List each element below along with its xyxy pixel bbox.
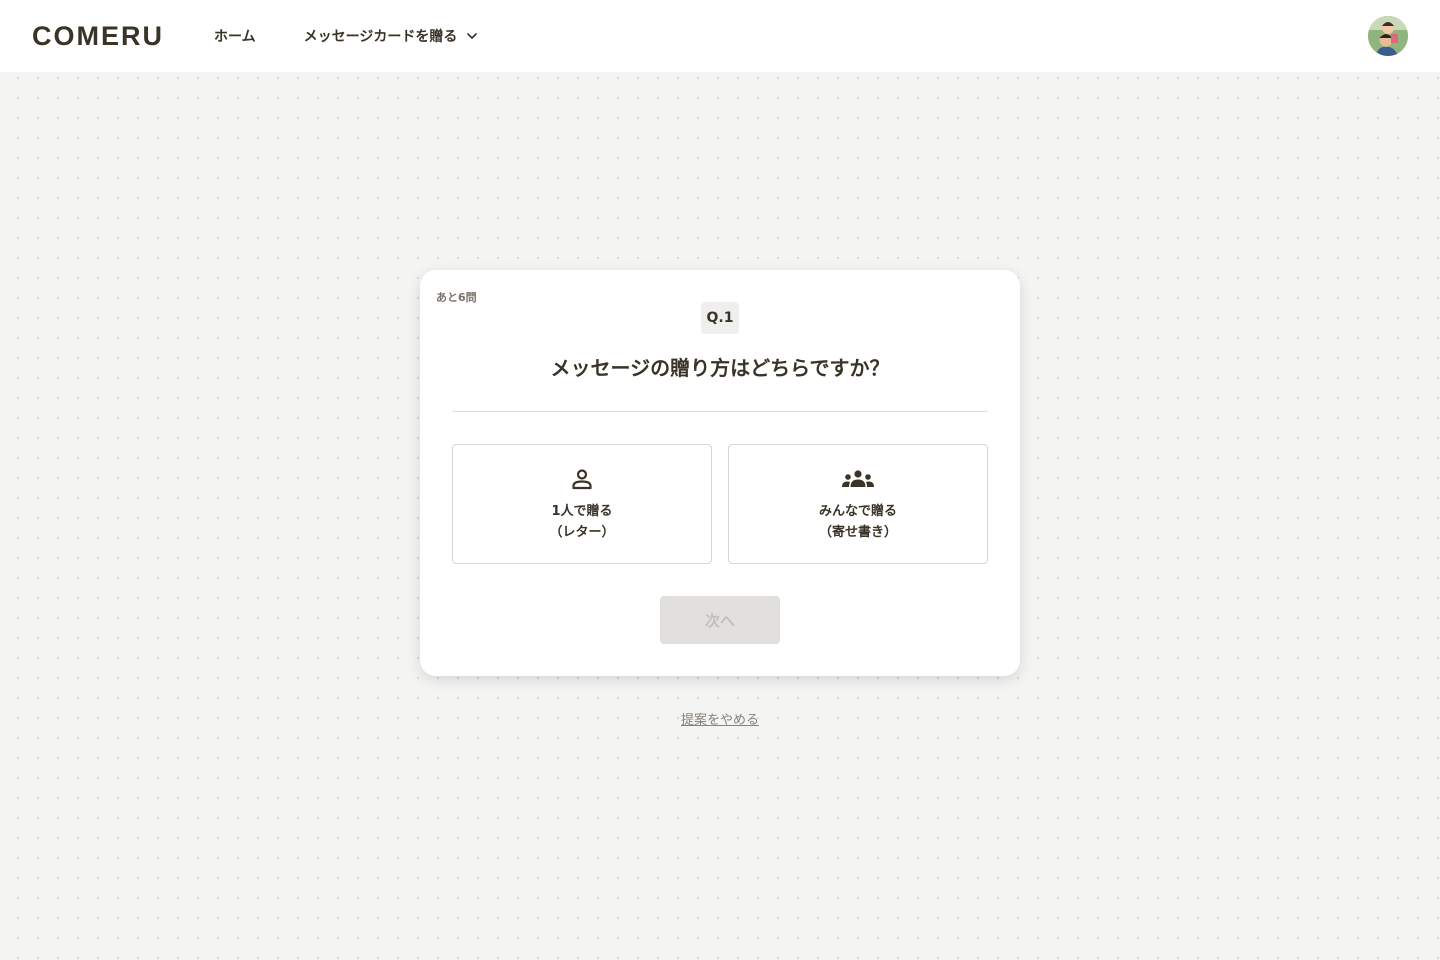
nav-home[interactable]: ホーム [214,26,256,46]
next-button[interactable]: 次へ [660,596,780,644]
cancel-suggestion-link[interactable]: 提案をやめる [681,713,759,728]
option-send-together[interactable]: みんなで贈る （寄せ書き） [728,444,988,564]
cancel-suggestion-link-wrap: 提案をやめる [0,709,1440,728]
remaining-count: あと6問 [436,291,477,304]
top-header: COMERU ホーム メッセージカードを贈る [0,0,1440,72]
group-icon [841,465,875,493]
logo[interactable]: COMERU [32,21,164,52]
option-send-together-line2: （寄せ書き） [818,525,897,540]
nav-send-card-label: メッセージカードを贈る [303,29,458,45]
question-number-badge: Q.1 [701,302,739,334]
option-send-alone-line2: （レター） [549,525,615,540]
divider [452,411,988,412]
nav-send-card-dropdown[interactable]: メッセージカードを贈る [304,26,478,46]
person-icon [570,465,594,493]
question-text: メッセージの贈り方はどちらですか？ [550,356,890,380]
option-send-alone[interactable]: 1人で贈る （レター） [452,444,712,564]
user-avatar[interactable] [1368,16,1408,56]
chevron-down-icon [467,32,478,40]
nav-home-label: ホーム [214,29,256,45]
quiz-card: あと6問 Q.1 メッセージの贈り方はどちらですか？ 1人で贈る （レター） み… [420,270,1020,676]
option-send-alone-line1: 1人で贈る [551,504,613,519]
option-send-together-line1: みんなで贈る [818,504,897,519]
